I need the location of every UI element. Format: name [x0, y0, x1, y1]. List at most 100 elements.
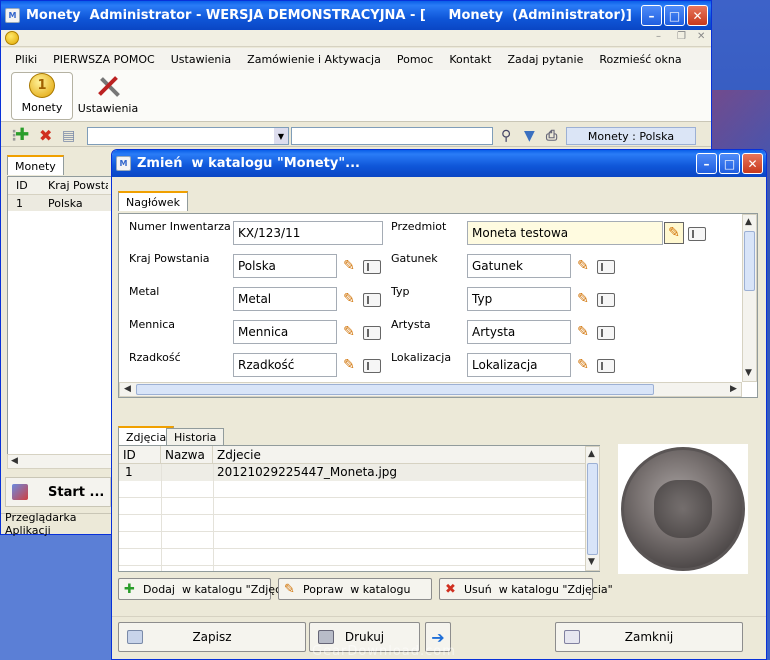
numer-field[interactable]: KX/123/11: [233, 221, 383, 245]
rzadkosc-field[interactable]: Rzadkość: [233, 353, 337, 377]
scroll-right-icon[interactable]: ▶: [730, 384, 737, 394]
start-icon: [12, 484, 28, 500]
add-icon[interactable]: ✚: [15, 125, 29, 145]
mdi-restore-icon[interactable]: ❐: [677, 31, 686, 42]
chevron-down-icon[interactable]: ▼: [274, 128, 288, 144]
print-icon[interactable]: ⎙: [546, 128, 557, 144]
table-row[interactable]: 1 Polska: [8, 195, 112, 211]
edit-artysta-pencil-icon[interactable]: ✎: [573, 321, 593, 343]
artysta-field[interactable]: Artysta: [467, 320, 571, 344]
grid-vscroll[interactable]: ▲ ▼: [585, 446, 600, 571]
search-input[interactable]: [291, 127, 493, 145]
dialog-minimize-button[interactable]: –: [696, 153, 717, 174]
label-lokalizacja: Lokalizacja: [391, 351, 452, 364]
typ-tag-icon[interactable]: [597, 293, 615, 307]
scroll-down-icon[interactable]: ▼: [588, 557, 595, 567]
metal-field[interactable]: Metal: [233, 287, 337, 311]
mdi-close-icon[interactable]: ✕: [697, 31, 705, 42]
save-button[interactable]: Zapisz: [118, 622, 306, 652]
label-rzadkosc: Rzadkość: [129, 351, 181, 364]
menu-kontakt[interactable]: Kontakt: [441, 53, 499, 66]
form-vscroll[interactable]: ▲ ▼: [742, 214, 757, 382]
rzadkosc-tag-icon[interactable]: [363, 359, 381, 373]
lokalizacja-tag-icon[interactable]: [597, 359, 615, 373]
search-icon[interactable]: ⚲: [501, 128, 511, 144]
gatunek-field[interactable]: Gatunek: [467, 254, 571, 278]
edit-photo-button[interactable]: ✎ Popraw w katalogu: [278, 578, 432, 600]
lokalizacja-field[interactable]: Lokalizacja: [467, 353, 571, 377]
tab-monety[interactable]: Monety: [7, 155, 64, 175]
table-row[interactable]: 1 20121029225447_Moneta.jpg: [119, 464, 585, 481]
form-hscroll-thumb[interactable]: [136, 384, 654, 395]
edit-gatunek-pencil-icon[interactable]: ✎: [573, 255, 593, 277]
toolbar: ⋮ ✚ ✖ ▤ ▼ ⚲ ▼ ⎙ Monety : Polska: [1, 125, 711, 147]
przedmiot-field[interactable]: Moneta testowa: [467, 221, 663, 245]
ribbon-ustawienia-button[interactable]: Ustawienia: [77, 72, 139, 120]
menu-ustawienia[interactable]: Ustawienia: [163, 53, 239, 66]
minimize-button[interactable]: –: [641, 5, 662, 26]
column-header-nazwa[interactable]: Nazwa: [161, 446, 213, 464]
artysta-tag-icon[interactable]: [597, 326, 615, 340]
edit-typ-pencil-icon[interactable]: ✎: [573, 288, 593, 310]
scroll-down-icon[interactable]: ▼: [745, 368, 752, 378]
typ-field[interactable]: Typ: [467, 287, 571, 311]
scroll-left-icon[interactable]: ◀: [124, 384, 131, 394]
scroll-up-icon[interactable]: ▲: [745, 217, 752, 227]
close-label: Zamknij: [624, 630, 674, 644]
cell-kraj: Polska: [48, 196, 83, 210]
gatunek-tag-icon[interactable]: [597, 260, 615, 274]
metal-tag-icon[interactable]: [363, 293, 381, 307]
kraj-field[interactable]: Polska: [233, 254, 337, 278]
ribbon-monety-button[interactable]: 1 Monety: [11, 72, 73, 120]
mdi-bar: – ❐ ✕: [1, 30, 711, 47]
start-button[interactable]: Start ...: [5, 477, 111, 507]
mennica-field[interactable]: Mennica: [233, 320, 337, 344]
edit-kraj-pencil-icon[interactable]: ✎: [339, 255, 359, 277]
form-vscroll-thumb[interactable]: [744, 231, 755, 291]
dialog-title-bar[interactable]: M Zmień w katalogu "Monety"...: [112, 150, 766, 177]
tab-historia[interactable]: Historia: [166, 428, 225, 446]
dialog-maximize-button[interactable]: □: [719, 153, 740, 174]
save-icon[interactable]: ▤: [62, 128, 75, 144]
edit-mennica-pencil-icon[interactable]: ✎: [339, 321, 359, 343]
filter-icon[interactable]: ▼: [524, 128, 535, 144]
main-title-bar[interactable]: M Monety Administrator - WERSJA DEMONSTR…: [1, 1, 711, 30]
column-header-id[interactable]: ID: [119, 446, 161, 464]
menu-pierwsza-pomoc[interactable]: PIERWSZA POMOC: [45, 53, 163, 66]
przedmiot-tag-icon[interactable]: [688, 227, 706, 241]
scroll-up-icon[interactable]: ▲: [588, 449, 595, 459]
table-header: ID Kraj Powstania: [8, 177, 112, 195]
left-hscroll[interactable]: ◀: [7, 454, 113, 469]
label-metal: Metal: [129, 285, 160, 298]
menu-zadaj-pytanie[interactable]: Zadaj pytanie: [499, 53, 591, 66]
tab-naglowek[interactable]: Nagłówek: [118, 191, 188, 211]
close-button[interactable]: ✕: [687, 5, 708, 26]
filter-combo[interactable]: ▼: [87, 127, 289, 145]
add-photo-button[interactable]: ✚ Dodaj w katalogu "Zdjęcia": [118, 578, 296, 600]
exit-icon: [564, 630, 580, 644]
column-header-id[interactable]: ID: [8, 179, 48, 192]
dialog-close-button[interactable]: ✕: [742, 153, 763, 174]
column-header-kraj[interactable]: Kraj Powstania: [48, 179, 108, 192]
edit-metal-pencil-icon[interactable]: ✎: [339, 288, 359, 310]
scroll-left-icon[interactable]: ◀: [11, 456, 18, 466]
menu-pomoc[interactable]: Pomoc: [389, 53, 441, 66]
delete-icon[interactable]: ✖: [39, 126, 52, 145]
column-header-zdjecie[interactable]: Zdjecie: [213, 446, 585, 464]
form-hscroll[interactable]: ◀ ▶: [119, 382, 742, 397]
menu-zamowienie[interactable]: Zamówienie i Aktywacja: [239, 53, 389, 66]
label-typ: Typ: [391, 285, 410, 298]
close-dialog-button[interactable]: Zamknij: [555, 622, 743, 652]
edit-lokalizacja-pencil-icon[interactable]: ✎: [573, 354, 593, 376]
coin-photo: [618, 444, 748, 574]
kraj-tag-icon[interactable]: [363, 260, 381, 274]
edit-rzadkosc-pencil-icon[interactable]: ✎: [339, 354, 359, 376]
menu-rozmiesc-okna[interactable]: Rozmieść okna: [591, 53, 689, 66]
delete-photo-button[interactable]: ✖ Usuń w katalogu "Zdjęcia": [439, 578, 613, 600]
maximize-button[interactable]: □: [664, 5, 685, 26]
grid-vscroll-thumb[interactable]: [587, 463, 598, 555]
mennica-tag-icon[interactable]: [363, 326, 381, 340]
menu-pliki[interactable]: Pliki: [7, 53, 45, 66]
mdi-minimize-icon[interactable]: –: [656, 31, 661, 42]
edit-przedmiot-pencil-icon[interactable]: ✎: [664, 222, 684, 244]
